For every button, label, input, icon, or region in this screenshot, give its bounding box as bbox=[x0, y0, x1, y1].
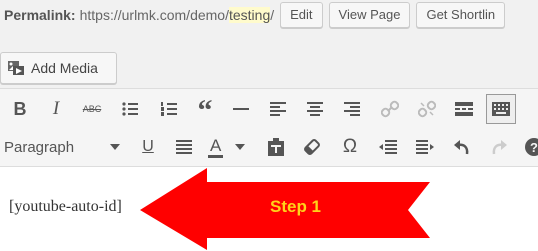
annotation-step-label: Step 1 bbox=[270, 197, 322, 216]
annotation-arrow bbox=[140, 168, 430, 250]
